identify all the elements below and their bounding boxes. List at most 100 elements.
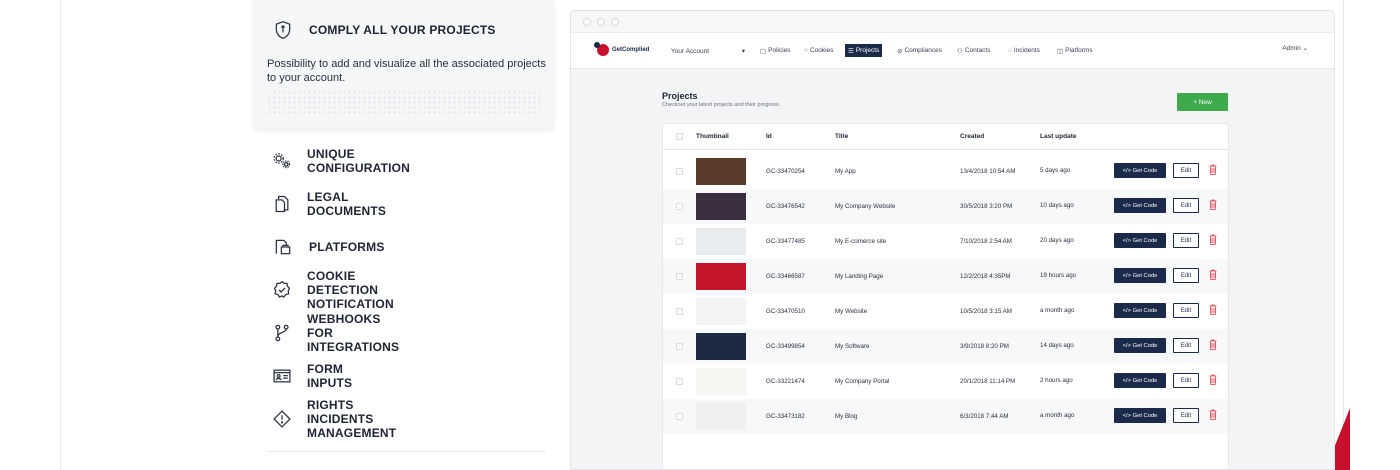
trash-icon[interactable] bbox=[1209, 374, 1217, 385]
window-maximize-dot[interactable] bbox=[611, 18, 619, 26]
project-thumbnail[interactable] bbox=[696, 333, 746, 360]
project-thumbnail[interactable] bbox=[696, 298, 746, 325]
get-code-button[interactable]: </> Get Code bbox=[1114, 338, 1166, 353]
get-code-button[interactable]: </> Get Code bbox=[1114, 233, 1166, 248]
column-header-thumbnail[interactable]: Thumbnail bbox=[696, 133, 729, 140]
feature-item-platforms[interactable]: PLATFORMS bbox=[272, 236, 385, 258]
new-project-button[interactable]: + New bbox=[1177, 93, 1228, 111]
get-code-button[interactable]: </> Get Code bbox=[1114, 163, 1166, 178]
project-thumbnail[interactable] bbox=[696, 193, 746, 220]
row-checkbox[interactable] bbox=[676, 203, 683, 210]
edit-button[interactable]: Edit bbox=[1173, 303, 1199, 318]
column-header-created[interactable]: Created bbox=[960, 133, 984, 140]
admin-menu[interactable]: Admin ⌄ bbox=[1282, 44, 1308, 52]
get-code-button[interactable]: </> Get Code bbox=[1114, 198, 1166, 213]
project-title[interactable]: My Blog bbox=[835, 413, 857, 420]
divider-left bbox=[60, 0, 61, 470]
table-row[interactable]: GC-33476542 My Company Website 30/5/2018 3… bbox=[663, 189, 1228, 224]
nav-policies[interactable]: ▢ Policies bbox=[757, 44, 794, 57]
get-code-button[interactable]: </> Get Code bbox=[1114, 408, 1166, 423]
trash-icon[interactable] bbox=[1209, 234, 1217, 245]
logo-mark-icon bbox=[594, 42, 609, 56]
window-close-dot[interactable] bbox=[583, 18, 591, 26]
project-last-update: 20 days ago bbox=[1040, 237, 1074, 244]
column-header-id[interactable]: Id bbox=[766, 133, 772, 140]
project-title[interactable]: My Company Website bbox=[835, 203, 895, 210]
table-row[interactable]: GC-33499854 My Software 3/9/2018 8:20 PM 14… bbox=[663, 329, 1228, 364]
row-checkbox[interactable] bbox=[676, 378, 683, 385]
row-checkbox[interactable] bbox=[676, 413, 683, 420]
row-checkbox[interactable] bbox=[676, 273, 683, 280]
feature-item-legal-documents[interactable]: LEGAL DOCUMENTS bbox=[272, 190, 388, 218]
badge-check-icon bbox=[272, 279, 292, 301]
nav-label: Projects bbox=[855, 47, 880, 54]
table-row[interactable]: GC-33470254 My App 13/4/2018 10:54 AM 5 day… bbox=[663, 154, 1228, 189]
active-feature-header[interactable]: COMPLY ALL YOUR PROJECTS bbox=[272, 19, 496, 41]
get-code-button[interactable]: </> Get Code bbox=[1114, 303, 1166, 318]
git-branch-icon bbox=[272, 322, 292, 344]
edit-button[interactable]: Edit bbox=[1173, 163, 1199, 178]
row-checkbox[interactable] bbox=[676, 343, 683, 350]
edit-button[interactable]: Edit bbox=[1173, 268, 1199, 283]
feature-item-rights-incidents[interactable]: RIGHTS INCIDENTS MANAGEMENT bbox=[272, 398, 398, 440]
edit-button[interactable]: Edit bbox=[1173, 408, 1199, 423]
feature-item-webhooks[interactable]: WEBHOOKS FOR INTEGRATIONS bbox=[272, 312, 401, 354]
feature-label: RIGHTS INCIDENTS MANAGEMENT bbox=[307, 398, 397, 440]
edit-button[interactable]: Edit bbox=[1173, 198, 1199, 213]
trash-icon[interactable] bbox=[1209, 409, 1217, 420]
trash-icon[interactable] bbox=[1209, 304, 1217, 315]
project-thumbnail[interactable] bbox=[696, 158, 746, 185]
row-checkbox[interactable] bbox=[676, 238, 683, 245]
get-code-button[interactable]: </> Get Code bbox=[1114, 268, 1166, 283]
project-created: 13/4/2018 10:54 AM bbox=[960, 168, 1016, 175]
caret-down-icon: ▾ bbox=[741, 48, 745, 55]
project-thumbnail[interactable] bbox=[696, 263, 746, 290]
project-created: 30/5/2018 3:20 PM bbox=[960, 203, 1013, 210]
row-checkbox[interactable] bbox=[676, 308, 683, 315]
project-title[interactable]: My Landing Page bbox=[835, 273, 883, 280]
trash-icon[interactable] bbox=[1209, 164, 1217, 175]
feature-item-cookie-detection[interactable]: COOKIE DETECTION NOTIFICATION bbox=[272, 269, 396, 311]
table-row[interactable]: GC-33470510 My Website 10/5/2018 3:15 AM a … bbox=[663, 294, 1228, 329]
nav-compliances[interactable]: ⊘ Compliances bbox=[894, 44, 945, 57]
trash-icon[interactable] bbox=[1209, 199, 1217, 210]
nav-contacts[interactable]: ⚇ Contacts bbox=[954, 44, 993, 57]
table-row[interactable]: GC-33473182 My Blog 6/3/2018 7:44 AM a mont… bbox=[663, 399, 1228, 434]
documents-icon bbox=[272, 193, 292, 215]
edit-button[interactable]: Edit bbox=[1173, 338, 1199, 353]
account-select[interactable]: Your Account ▾ bbox=[667, 44, 749, 58]
column-header-last-update[interactable]: Last update bbox=[1040, 133, 1076, 140]
project-id: GC-33470254 bbox=[766, 168, 805, 175]
feature-item-form-inputs[interactable]: FORM INPUTS bbox=[272, 362, 354, 390]
project-title[interactable]: My App bbox=[835, 168, 856, 175]
select-all-checkbox[interactable] bbox=[676, 133, 683, 140]
project-title[interactable]: My Company Portal bbox=[835, 378, 889, 385]
nav-projects[interactable]: ☰ Projects bbox=[845, 44, 883, 57]
project-title[interactable]: My E-comerce site bbox=[835, 238, 886, 245]
project-title[interactable]: My Website bbox=[835, 308, 867, 315]
get-code-button[interactable]: </> Get Code bbox=[1114, 373, 1166, 388]
window-minimize-dot[interactable] bbox=[597, 18, 605, 26]
project-thumbnail[interactable] bbox=[696, 368, 746, 395]
platforms-icon bbox=[272, 236, 294, 258]
edit-button[interactable]: Edit bbox=[1173, 233, 1199, 248]
table-row[interactable]: GC-33221474 My Company Portal 20/1/2018 11… bbox=[663, 364, 1228, 399]
feature-item-unique-configuration[interactable]: UNIQUE CONFIGURATION bbox=[272, 147, 412, 175]
nav-cookies[interactable]: ○ Cookies bbox=[801, 44, 836, 57]
app-logo[interactable]: GetComplied bbox=[594, 42, 649, 56]
table-row[interactable]: GC-33477485 My E-comerce site 7/10/2018 2:… bbox=[663, 224, 1228, 259]
project-thumbnail[interactable] bbox=[696, 228, 746, 255]
project-title[interactable]: My Software bbox=[835, 343, 869, 350]
nav-incidents[interactable]: ◌ Incidents bbox=[1005, 44, 1043, 57]
trash-icon[interactable] bbox=[1209, 269, 1217, 280]
project-id: GC-33470510 bbox=[766, 308, 805, 315]
edit-button[interactable]: Edit bbox=[1173, 373, 1199, 388]
column-header-title[interactable]: Title bbox=[835, 133, 848, 140]
table-row[interactable]: GC-33466587 My Landing Page 12/2/2018 4:35… bbox=[663, 259, 1228, 294]
project-last-update: 14 days ago bbox=[1040, 342, 1074, 349]
nav-platforms[interactable]: ◫ Platforms bbox=[1054, 44, 1096, 57]
project-thumbnail[interactable] bbox=[696, 403, 746, 430]
row-checkbox[interactable] bbox=[676, 168, 683, 175]
trash-icon[interactable] bbox=[1209, 339, 1217, 350]
nav-label: Policies bbox=[768, 47, 791, 54]
